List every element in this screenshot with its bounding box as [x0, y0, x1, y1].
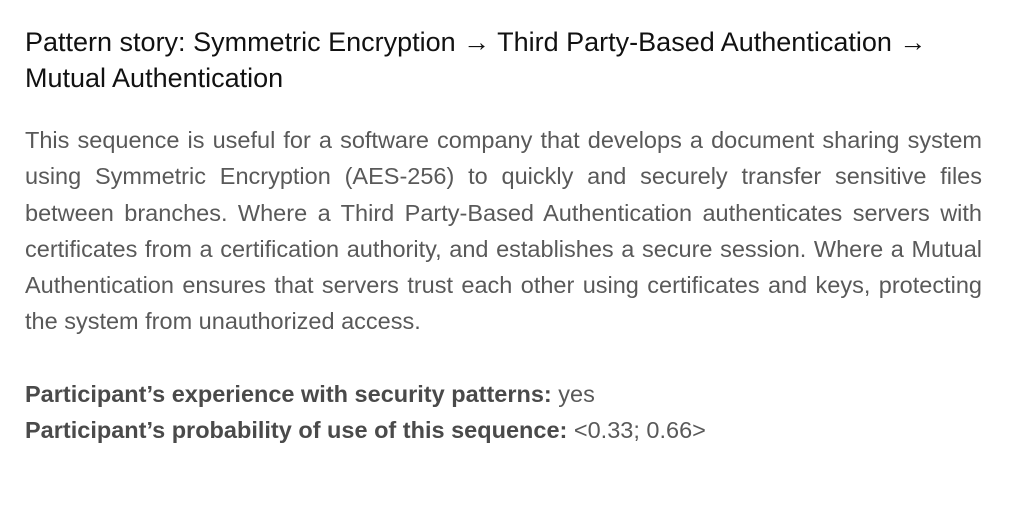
probability-row: Participant’s probability of use of this… — [25, 412, 982, 448]
experience-value: yes — [558, 380, 595, 407]
page-title: Pattern story: Symmetric Encryption → Th… — [25, 27, 927, 93]
story-description: This sequence is useful for a software c… — [25, 127, 982, 335]
participant-facts: Participant’s experience with security p… — [25, 376, 982, 448]
probability-value: <0.33; 0.66> — [573, 416, 706, 443]
experience-label: Participant’s experience with security p… — [25, 380, 559, 407]
pattern-story-card: Pattern story: Symmetric Encryption → Th… — [0, 0, 1017, 523]
experience-row: Participant’s experience with security p… — [25, 376, 982, 412]
probability-label: Participant’s probability of use of this… — [25, 416, 574, 443]
